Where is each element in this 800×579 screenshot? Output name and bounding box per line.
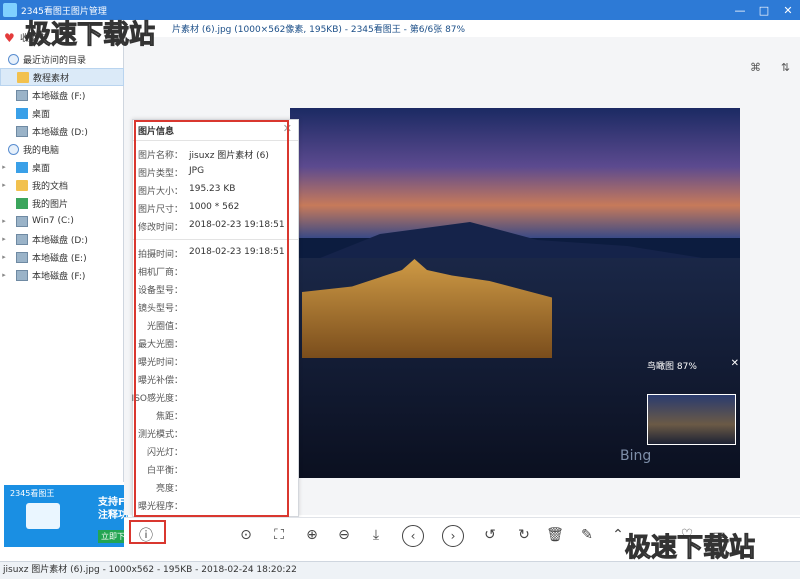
image-title: 片素材 (6).jpg (1000×562像素, 195KB) - 2345看图… [172,25,466,35]
sidebar-item-label: 本地磁盘 (F:) [32,271,86,282]
sidebar-item-label: 本地磁盘 (E:) [32,253,87,264]
expand-arrow-icon[interactable]: ▸ [0,271,8,279]
fit-screen-button[interactable]: ⛶ [269,525,289,545]
sidebar-item-label: 本地磁盘 (F:) [32,91,86,102]
thumbnail-image[interactable] [647,394,736,445]
sort-icon[interactable]: ⇅ [781,61,790,74]
folder-icon [16,179,28,191]
mouse-mode-button[interactable]: ⊙ [236,525,256,545]
sidebar-item-label: 我的文档 [32,181,69,192]
sidebar-item-label: 我的图片 [32,199,69,210]
window-controls: — □ ✕ [728,0,800,20]
section-icon [8,143,19,155]
close-button[interactable]: ✕ [776,0,800,20]
promo-card[interactable]: 2345看图王 支持F 注释功 立即下 [4,485,128,547]
expand-arrow-icon[interactable]: ▸ [0,235,8,243]
expand-arrow-icon[interactable]: ▸ [0,163,8,171]
rotate-icon[interactable]: ⌘ [750,61,761,74]
maximize-button[interactable]: □ [752,0,776,20]
sidebar-item-label: 本地磁盘 (D:) [32,235,88,246]
sidebar-item-label: 最近访问的目录 [23,55,87,66]
watermark-bottom: 极速下载站 [624,533,756,563]
sidebar-item[interactable]: 本地磁盘 (D:) [0,122,124,140]
sidebar-item[interactable]: 教程素材 [0,68,124,86]
rotate-right-button[interactable]: ↻ [514,525,534,545]
sidebar-item[interactable]: 桌面 [0,104,124,122]
sidebar-item[interactable]: 最近访问的目录 [0,50,124,68]
sidebar-item[interactable]: 我的电脑 [0,140,124,158]
sidebar-item-label: 本地磁盘 (D:) [32,127,88,138]
download-button[interactable]: ⤓ [366,525,386,545]
info-button-highlight [129,520,166,544]
sidebar-item[interactable]: ▸ Win7 (C:) [0,212,124,230]
info-highlight-outline [134,120,289,517]
drive-icon [16,89,28,101]
drive-icon [16,269,28,281]
folder-icon [17,71,29,83]
watermark-top: 极速下载站 [24,20,156,50]
edit-button[interactable]: ✎ [577,525,597,545]
thumbnail-close-icon[interactable]: ✕ [731,358,739,369]
viewer-toolstrip: ⌘ ⇅ [740,57,800,77]
zoom-in-button[interactable]: ⊕ [302,525,322,545]
sidebar-item-label: Win7 (C:) [32,216,74,226]
sidebar-item[interactable]: ▸ 我的文档 [0,176,124,194]
desk-icon [16,107,28,119]
sidebar-item-label: 教程素材 [33,73,70,84]
sidebar-item[interactable]: 我的图片 [0,194,124,212]
pic-icon [16,197,28,209]
section-icon [8,53,19,65]
desk-icon [16,161,28,173]
sidebar-item[interactable]: ▸ 本地磁盘 (F:) [0,266,124,284]
sidebar: ♥ 收藏夹 最近访问的目录 教程素材 本地磁盘 (F:) 桌面 本地磁盘 (D:) 我的电… [0,28,124,482]
thumbnail-navigator[interactable]: 鸟瞰图 87% ✕ [643,357,743,457]
sidebar-item[interactable]: ▸ 本地磁盘 (D:) [0,230,124,248]
sidebar-item-label: 桌面 [32,109,51,120]
heart-icon: ♥ [4,31,15,45]
drive-icon [16,233,28,245]
previous-button[interactable]: ‹ [402,525,424,547]
zoom-out-button[interactable]: ⊖ [334,525,354,545]
sidebar-item[interactable]: ▸ 本地磁盘 (E:) [0,248,124,266]
drive-icon [16,125,28,137]
minimize-button[interactable]: — [728,0,752,20]
sidebar-item[interactable]: ▸ 桌面 [0,158,124,176]
app-logo-icon [3,3,17,17]
photo-sky [290,108,740,238]
delete-button[interactable]: 🗑 [545,525,565,545]
next-button[interactable]: › [442,525,464,547]
rotate-left-button[interactable]: ↺ [480,525,500,545]
thumbnail-label: 鸟瞰图 87% [647,362,697,372]
expand-arrow-icon[interactable]: ▸ [0,181,8,189]
sidebar-item-label: 我的电脑 [23,145,60,156]
promo-title: 2345看图王 [10,489,55,498]
drive-icon [16,251,28,263]
drive-icon [16,215,28,227]
document-icon [26,503,60,529]
sidebar-item-label: 桌面 [32,163,51,174]
viewer-title: 片素材 (6).jpg (1000×562像素, 195KB) - 2345看图… [120,20,800,37]
sidebar-item[interactable]: 本地磁盘 (F:) [0,86,124,104]
expand-arrow-icon[interactable]: ▸ [0,253,8,261]
expand-arrow-icon[interactable]: ▸ [0,217,8,225]
